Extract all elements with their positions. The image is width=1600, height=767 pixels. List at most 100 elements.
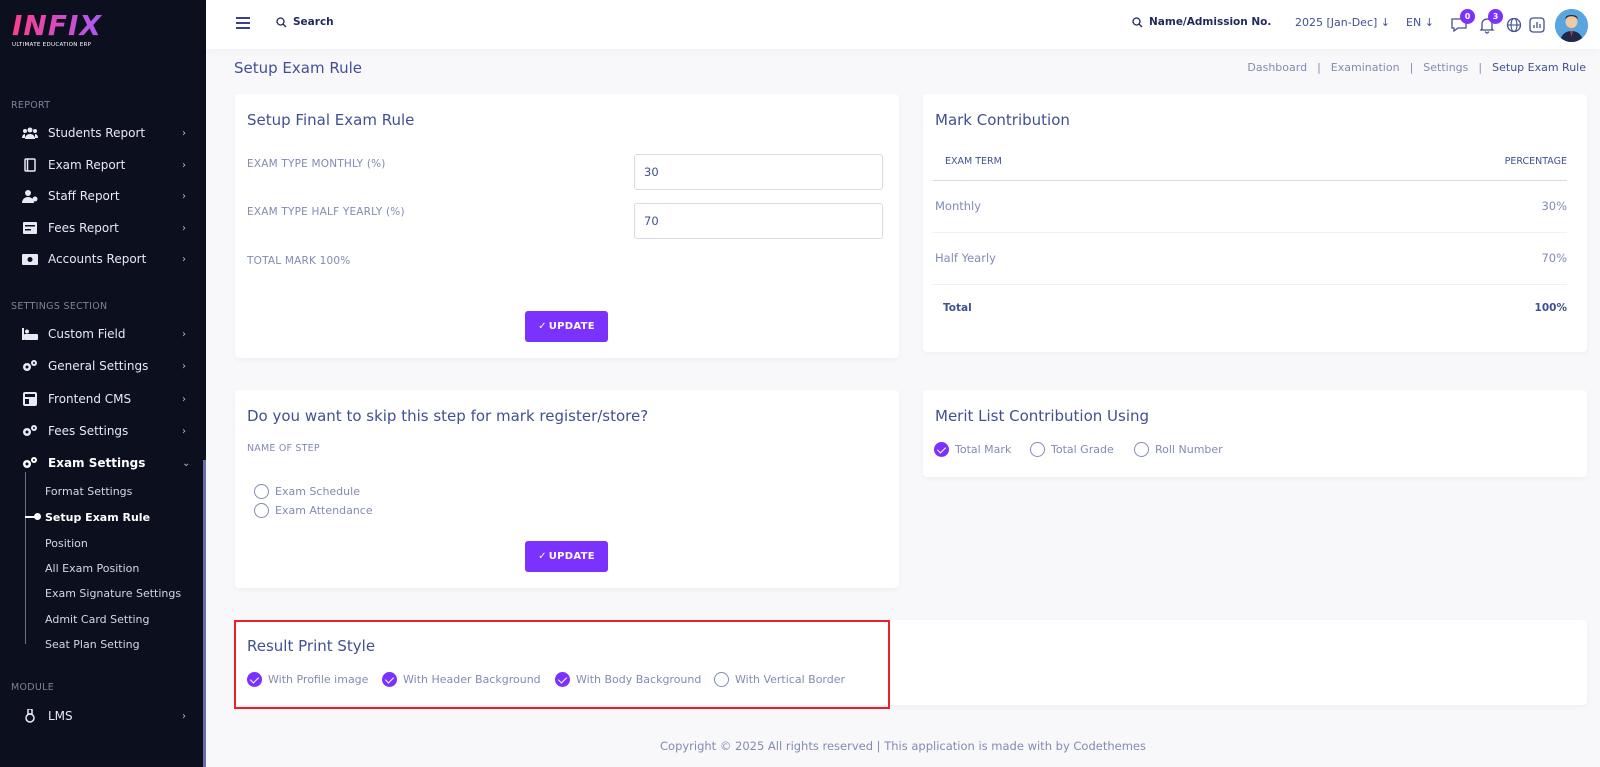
checkbox[interactable] — [254, 503, 269, 518]
globe-icon[interactable] — [1505, 16, 1523, 34]
sidebar-item-label: Exam Settings — [48, 456, 146, 470]
column-header-percentage: PERCENTAGE — [1504, 156, 1567, 167]
table-row: Monthly 30% — [933, 181, 1567, 233]
sidebar-item-lms[interactable]: LMS › — [0, 701, 203, 731]
topbar: 2025 [Jan-Dec] ↓ EN ↓ 0 3 — [206, 0, 1600, 49]
chevron-right-icon: › — [182, 159, 186, 171]
sidebar-item-students-report[interactable]: Students Report › — [0, 118, 203, 148]
radio[interactable] — [1030, 442, 1045, 457]
admission-search — [1132, 16, 1279, 28]
half-yearly-label: EXAM TYPE HALF YEARLY (%) — [247, 206, 405, 218]
highlight-box — [234, 620, 890, 709]
brand-logo[interactable]: INFIX ULTIMATE EDUCATION ERP — [12, 12, 112, 56]
user-avatar[interactable] — [1555, 9, 1588, 42]
sidebar-item-exam-report[interactable]: Exam Report › — [0, 150, 203, 180]
update-skip-step-button[interactable]: ✓ UPDATE — [525, 541, 608, 572]
sidebar-item-custom-field[interactable]: Custom Field › — [0, 319, 203, 349]
book-icon — [22, 158, 38, 172]
top-search — [276, 16, 423, 28]
search-input[interactable] — [293, 16, 423, 28]
sidebar-item-exam-settings[interactable]: Exam Settings ⌄ — [0, 448, 203, 478]
breadcrumb-examination[interactable]: Examination — [1331, 61, 1400, 74]
table-row: Half Yearly 70% — [933, 233, 1567, 285]
table-header: EXAM TERM PERCENTAGE — [933, 156, 1567, 181]
gears-icon — [22, 424, 38, 438]
card-title: Setup Final Exam Rule — [247, 111, 415, 129]
arrow-down-icon: ↓ — [1424, 16, 1434, 29]
sidebar-item-fees-report[interactable]: Fees Report › — [0, 213, 203, 243]
chevron-right-icon: › — [182, 253, 186, 265]
option-total-mark[interactable]: Total Mark — [934, 442, 1011, 457]
chevron-right-icon: › — [182, 190, 186, 202]
merit-list-card: Merit List Contribution Using Total Mark… — [923, 390, 1587, 477]
submenu-item-setup-exam-rule[interactable]: Setup Exam Rule — [45, 511, 150, 524]
option-roll-number[interactable]: Roll Number — [1134, 442, 1223, 457]
checkbox[interactable] — [254, 484, 269, 499]
sidebar-item-frontend-cms[interactable]: Frontend CMS › — [0, 384, 203, 414]
cms-icon — [22, 392, 38, 406]
sidebar-item-label: Students Report — [48, 126, 146, 140]
submenu-item-position[interactable]: Position — [45, 537, 88, 550]
option-label: Roll Number — [1155, 443, 1223, 456]
submenu-line — [25, 472, 26, 644]
notifications-badge: 3 — [1488, 9, 1503, 24]
logo-text: INFIX — [12, 12, 112, 40]
card-title: Merit List Contribution Using — [935, 407, 1150, 425]
language-value: EN — [1406, 16, 1422, 29]
final-exam-rule-card: Setup Final Exam Rule EXAM TYPE MONTHLY … — [235, 94, 899, 358]
option-label: Total Mark — [955, 443, 1012, 456]
submenu-item-admit-card-setting[interactable]: Admit Card Setting — [45, 613, 150, 626]
breadcrumb-separator: | — [1409, 61, 1414, 74]
users-icon — [22, 126, 38, 140]
submenu-item-exam-signature-settings[interactable]: Exam Signature Settings — [45, 587, 181, 600]
sidebar-item-fees-settings[interactable]: Fees Settings › — [0, 416, 203, 446]
sidebar-item-label: Exam Report — [48, 158, 126, 172]
monthly-percent-input[interactable] — [634, 154, 883, 190]
submenu-item-seat-plan-setting[interactable]: Seat Plan Setting — [45, 638, 140, 651]
chevron-right-icon: › — [182, 328, 186, 340]
sidebar-item-label: Staff Report — [48, 189, 120, 203]
sidebar-item-accounts-report[interactable]: Accounts Report › — [0, 244, 203, 274]
breadcrumb-settings[interactable]: Settings — [1423, 61, 1468, 74]
sidebar-item-staff-report[interactable]: Staff Report › — [0, 181, 203, 211]
total-value: 100% — [1534, 302, 1567, 314]
submenu-item-format-settings[interactable]: Format Settings — [45, 485, 132, 498]
option-total-grade[interactable]: Total Grade — [1030, 442, 1114, 457]
language-select[interactable]: EN ↓ — [1406, 16, 1434, 29]
sidebar-item-label: General Settings — [48, 359, 149, 373]
radio-selected[interactable] — [934, 442, 949, 457]
arrow-down-icon: ↓ — [1380, 16, 1391, 29]
total-mark-label: TOTAL MARK 100% — [247, 255, 351, 267]
analytics-icon[interactable] — [1528, 16, 1546, 34]
search-icon — [276, 16, 287, 27]
monthly-label: EXAM TYPE MONTHLY (%) — [247, 158, 386, 170]
academic-year-value: 2025 [Jan-Dec] — [1295, 16, 1378, 29]
submenu-item-all-exam-position[interactable]: All Exam Position — [45, 562, 139, 575]
sidebar-item-label: Accounts Report — [48, 252, 147, 266]
option-exam-attendance[interactable]: Exam Attendance — [254, 503, 373, 518]
chevron-right-icon: › — [182, 222, 186, 234]
column-header-exam-term: EXAM TERM — [945, 156, 1002, 167]
staff-icon — [22, 189, 38, 203]
chevron-right-icon: › — [182, 425, 186, 437]
breadcrumb-current: Setup Exam Rule — [1492, 61, 1586, 74]
menu-toggle-icon[interactable] — [236, 17, 250, 29]
admission-search-input[interactable] — [1149, 16, 1279, 28]
half-yearly-percent-input[interactable] — [634, 203, 883, 239]
button-label: UPDATE — [548, 321, 595, 332]
exam-term-cell: Monthly — [935, 199, 982, 213]
gears-icon — [22, 359, 38, 373]
academic-year-select[interactable]: 2025 [Jan-Dec] ↓ — [1295, 16, 1390, 29]
option-exam-schedule[interactable]: Exam Schedule — [254, 484, 360, 499]
update-final-rule-button[interactable]: ✓ UPDATE — [525, 311, 608, 342]
notification-bell-icon[interactable]: 3 — [1478, 9, 1503, 34]
breadcrumb-dashboard[interactable]: Dashboard — [1247, 61, 1307, 74]
option-label: Total Grade — [1051, 443, 1114, 456]
page-title: Setup Exam Rule — [234, 59, 363, 77]
sidebar-item-label: LMS — [48, 709, 73, 723]
radio[interactable] — [1134, 442, 1149, 457]
sidebar-item-general-settings[interactable]: General Settings › — [0, 351, 203, 381]
card-title: Mark Contribution — [935, 111, 1070, 129]
messages-icon[interactable]: 0 — [1450, 9, 1475, 34]
messages-badge: 0 — [1460, 9, 1475, 24]
